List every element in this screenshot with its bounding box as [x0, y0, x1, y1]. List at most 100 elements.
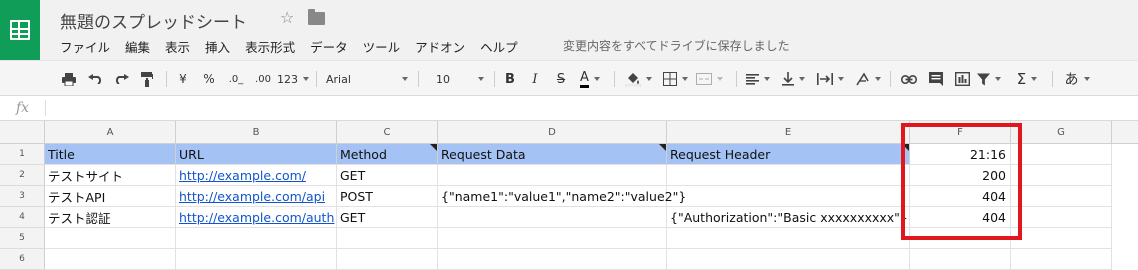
merge-cells-button[interactable] [694, 68, 724, 90]
increase-decimal-button[interactable]: .00 [252, 68, 274, 90]
cell-g5[interactable] [1011, 228, 1112, 249]
menu-view[interactable]: 表示 [165, 37, 190, 56]
column-header-g[interactable]: G [1011, 121, 1112, 144]
percent-format-button[interactable]: % [200, 68, 218, 90]
row-header-5[interactable]: 5 [0, 228, 45, 249]
paint-bucket-icon [624, 73, 641, 87]
row-header-2[interactable]: 2 [0, 165, 45, 186]
cell-f6[interactable] [910, 249, 1011, 270]
cell-b3[interactable]: http://example.com/api [176, 186, 337, 207]
cell-g4[interactable] [1011, 207, 1112, 228]
font-size-value: 10 [436, 72, 450, 86]
sheets-logo-icon[interactable] [0, 0, 40, 60]
cell-a2[interactable]: テストサイト [45, 165, 176, 186]
insert-link-icon[interactable] [899, 68, 919, 90]
more-formats-button[interactable]: 123 [277, 68, 309, 90]
toolbar: ¥ % .0_ .00 123 Arial 10 B I S A Σ あ [0, 60, 1138, 96]
cell-d3[interactable]: {"name1":"value1","name2":"value2"} [438, 186, 686, 207]
cell-g2[interactable] [1011, 165, 1112, 186]
row-header-1[interactable]: 1 [0, 144, 45, 165]
filter-button[interactable] [977, 68, 1001, 90]
redo-icon[interactable] [112, 68, 130, 90]
row-header-3[interactable]: 3 [0, 186, 45, 207]
row-header-6[interactable]: 6 [0, 249, 45, 270]
menu-format[interactable]: 表示形式 [245, 37, 295, 56]
chevron-down-icon [593, 77, 600, 81]
text-rotation-button[interactable] [855, 68, 881, 90]
cell-b5[interactable] [176, 228, 337, 249]
column-header-b[interactable]: B [176, 121, 337, 144]
cell-c3[interactable]: POST [337, 186, 438, 207]
cell-b6[interactable] [176, 249, 337, 270]
decrease-decimal-button[interactable]: .0_ [226, 68, 246, 90]
cell-g1[interactable] [1011, 144, 1112, 165]
insert-chart-icon[interactable] [952, 68, 972, 90]
menu-help[interactable]: ヘルプ [480, 37, 518, 56]
menu-data[interactable]: データ [310, 37, 348, 56]
cell-d5[interactable] [438, 228, 667, 249]
cell-c6[interactable] [337, 249, 438, 270]
column-header-d[interactable]: D [438, 121, 667, 144]
italic-button[interactable]: I [528, 68, 542, 90]
column-header-a[interactable]: A [45, 121, 176, 144]
cell-c1[interactable]: Method [337, 144, 438, 165]
folder-icon[interactable] [308, 9, 325, 25]
text-color-button[interactable]: A [576, 68, 604, 90]
vertical-align-button[interactable] [780, 68, 806, 90]
cell-a1[interactable]: Title [45, 144, 176, 165]
cell-c2[interactable]: GET [337, 165, 438, 186]
text-wrap-button[interactable] [815, 68, 845, 90]
formula-input[interactable] [48, 96, 1136, 120]
strikethrough-button[interactable]: S [554, 68, 568, 90]
currency-format-button[interactable]: ¥ [176, 68, 190, 90]
cell-a3[interactable]: テストAPI [45, 186, 176, 207]
cell-d1[interactable]: Request Data [438, 144, 667, 165]
cell-g3[interactable] [1011, 186, 1112, 207]
cell-e6[interactable] [667, 249, 910, 270]
cell-e4[interactable]: {"Authorization":"Basic xxxxxxxxxx"} [667, 207, 910, 228]
column-header-e[interactable]: E [667, 121, 910, 144]
cell-b4[interactable]: http://example.com/auth [176, 207, 337, 228]
menu-edit[interactable]: 編集 [125, 37, 150, 56]
input-tools-button[interactable]: あ [1062, 68, 1092, 90]
cell-e3[interactable] [667, 186, 910, 207]
bold-button[interactable]: B [503, 68, 517, 90]
borders-button[interactable] [660, 68, 690, 90]
select-all-corner[interactable] [0, 121, 45, 144]
save-status[interactable]: 変更内容をすべてドライブに保存しました [563, 37, 790, 54]
cell-d2[interactable] [438, 165, 667, 186]
cell-d4[interactable] [438, 207, 667, 228]
horizontal-align-button[interactable] [745, 68, 771, 90]
cell-b2[interactable]: http://example.com/ [176, 165, 337, 186]
cell-a4[interactable]: テスト認証 [45, 207, 176, 228]
undo-icon[interactable] [86, 68, 104, 90]
text-rotation-icon [855, 72, 869, 86]
cell-c5[interactable] [337, 228, 438, 249]
paint-format-icon[interactable] [138, 68, 156, 90]
chevron-down-icon [681, 77, 688, 81]
cell-a5[interactable] [45, 228, 176, 249]
functions-button[interactable]: Σ [1014, 68, 1040, 90]
menu-file[interactable]: ファイル [60, 37, 110, 56]
menu-addons[interactable]: アドオン [415, 37, 465, 56]
chevron-down-icon [716, 77, 723, 81]
print-icon[interactable] [60, 68, 78, 90]
cell-b1[interactable]: URL [176, 144, 337, 165]
fill-color-button[interactable] [623, 68, 653, 90]
menu-tools[interactable]: ツール [363, 37, 401, 56]
cell-e5[interactable] [667, 228, 910, 249]
cell-e2[interactable] [667, 165, 910, 186]
cell-c4[interactable]: GET [337, 207, 438, 228]
font-family-select[interactable]: Arial [322, 68, 412, 90]
document-title[interactable]: 無題のスプレッドシート [60, 8, 247, 33]
row-header-4[interactable]: 4 [0, 207, 45, 228]
cell-d6[interactable] [438, 249, 667, 270]
star-icon[interactable]: ☆ [280, 8, 294, 27]
column-header-c[interactable]: C [337, 121, 438, 144]
cell-e1[interactable]: Request Header [667, 144, 910, 165]
cell-a6[interactable] [45, 249, 176, 270]
menu-insert[interactable]: 挿入 [205, 37, 230, 56]
cell-g6[interactable] [1011, 249, 1112, 270]
insert-comment-icon[interactable] [926, 68, 946, 90]
font-size-select[interactable]: 10 [432, 68, 488, 90]
